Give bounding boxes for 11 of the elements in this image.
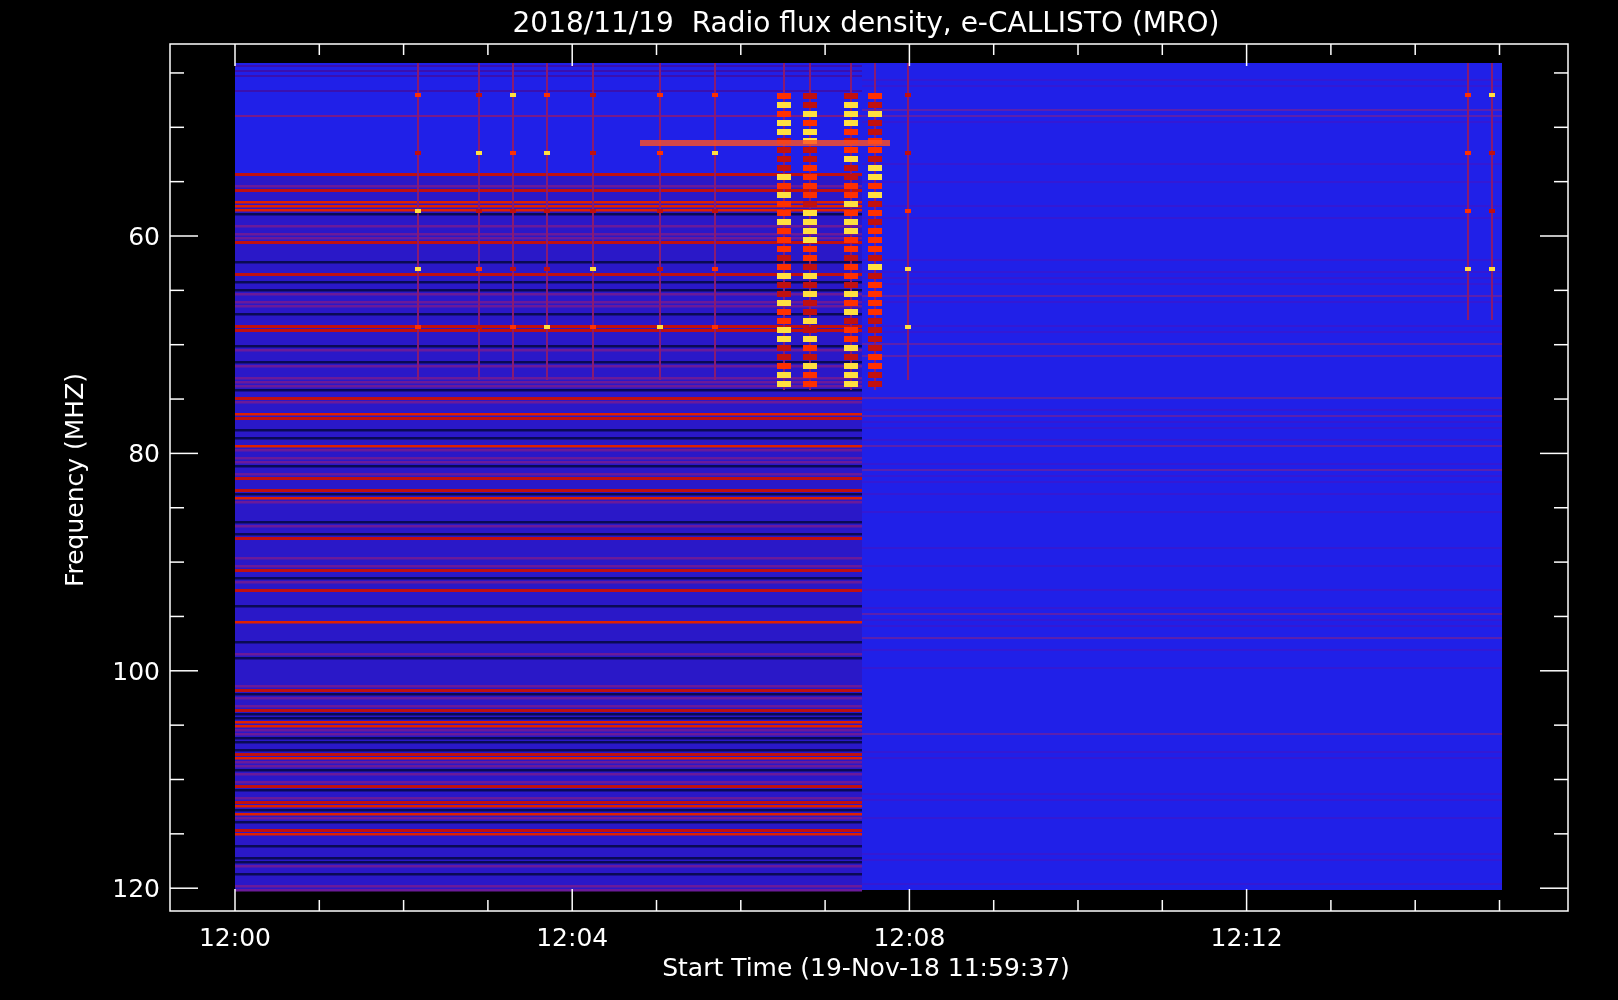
x-tick-label: 12:00 [199, 923, 271, 952]
x-tick-label: 12:04 [536, 923, 609, 952]
x-tick-label: 12:12 [1210, 923, 1283, 952]
chart-title: 2018/11/19 Radio flux density, e-CALLISTO (MRO) [512, 6, 1220, 39]
y-tick-label: 120 [112, 874, 160, 904]
y-tick-label: 80 [128, 439, 160, 469]
y-tick-label: 100 [112, 656, 160, 686]
y-axis-title: Frequency (MHZ) [60, 372, 89, 588]
x-axis-title: Start Time (19-Nov-18 11:59:37) [662, 953, 1070, 982]
x-tick-label: 12:08 [873, 923, 946, 952]
y-tick-label: 60 [128, 222, 160, 251]
